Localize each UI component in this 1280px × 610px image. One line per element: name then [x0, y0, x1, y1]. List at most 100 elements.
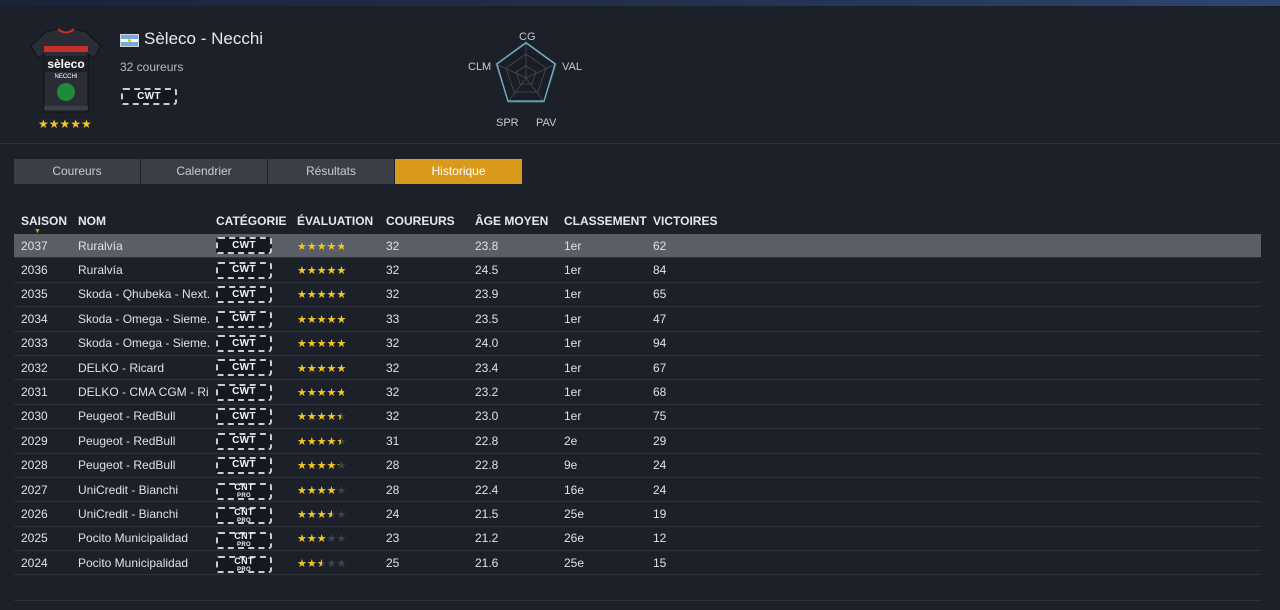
rating-stars-fill: ★★★★★ — [297, 558, 322, 570]
season-cell: 2029 — [21, 433, 48, 448]
riders-cell: 24 — [386, 506, 400, 521]
season-cell: 2034 — [21, 311, 48, 326]
table-row[interactable]: 2035 Skoda - Qhubeka - Next.. CWT ★★★★★ ★★★★… — [14, 283, 1261, 308]
header-ranking[interactable]: CLASSEMENT — [557, 214, 647, 228]
team-stars: ★★★★★ — [38, 117, 92, 131]
avg-age-cell: 23.9 — [475, 287, 499, 302]
category-badge: CWT — [216, 310, 272, 328]
radar-label-cg: CG — [519, 31, 536, 43]
category-cell: CNT PRO — [209, 528, 290, 549]
rating-stars-fill: ★★★★★ — [297, 436, 341, 448]
tab-historique[interactable]: Historique — [395, 159, 522, 184]
tab-resultats[interactable]: Résultats — [268, 159, 395, 184]
table-row[interactable]: 2024 Pocito Municipalidad CNTPRO ★★★★★★★★★★… — [14, 551, 1261, 576]
header-name[interactable]: NOM — [71, 214, 209, 228]
riders-cell: 32 — [386, 263, 400, 278]
category-cell: CWT — [209, 286, 290, 304]
season-cell: 2033 — [21, 336, 48, 351]
wins-cell: 65 — [653, 287, 667, 302]
team-name-cell: Skoda - Omega - Sieme.. — [78, 336, 209, 351]
header-season[interactable]: SAISON ▼ — [14, 214, 71, 235]
season-cell: 2025 — [21, 531, 48, 546]
riders-cell: 32 — [386, 409, 400, 424]
table-row[interactable]: 2036 Ruralvía CWT ★★★★★ ★★★★★ 32 24.5 1er 84 — [14, 258, 1261, 283]
riders-cell: 31 — [386, 433, 400, 448]
category-badge: CWT — [216, 456, 272, 474]
rating-stars-fill: ★★★★★ — [297, 461, 339, 473]
season-cell: 2037 — [21, 238, 48, 253]
svg-text:NECCHI: NECCHI — [54, 74, 77, 80]
header-rating[interactable]: ÉVALUATION — [290, 214, 379, 228]
rating-stars: ★★★★★★★★★★ — [297, 557, 347, 570]
rating-cell: ★★★★★★★★★★ — [290, 361, 379, 375]
team-name-cell: UniCredit - Bianchi — [78, 506, 179, 521]
table-row[interactable]: 2031 DELKO - CMA CGM - Ric.. CWT ★★★★★ ★★★★★… — [14, 380, 1261, 405]
table-row[interactable]: 2027 UniCredit - Bianchi CNTPRO ★★★★★★★★★★ 2… — [14, 478, 1261, 503]
tab-calendrier[interactable]: Calendrier — [141, 159, 268, 184]
team-name: Sèleco - Necchi — [144, 29, 264, 48]
table-row[interactable]: 2029 Peugeot - RedBull CWT ★★★★★★★★★★ 31 22.8… — [14, 429, 1261, 454]
category-badge: CWT — [216, 286, 272, 304]
wins-cell: 24 — [653, 458, 667, 473]
team-header: sèleco NECCHI ★★★★★ Sèleco - Necchi 32 c… — [0, 6, 1280, 144]
category-badge: CWT — [216, 261, 272, 279]
category-badge: CWT — [216, 408, 272, 426]
wins-cell: 94 — [653, 336, 667, 351]
header-avg-age[interactable]: ÂGE MOYEN — [468, 214, 557, 228]
table-row[interactable]: 2037 Ruralvía CWT ★★★★★ ★★★★★ 32 23.8 1er 62 — [14, 234, 1261, 259]
ranking-cell: 1er — [564, 311, 582, 326]
rating-stars-fill: ★★★★★ — [297, 388, 344, 400]
category-badge-label: CNT — [234, 531, 254, 542]
category-badge-label: CWT — [232, 313, 256, 325]
category-badge: CWT — [216, 359, 272, 377]
table-row[interactable]: 2026 UniCredit - Bianchi CNTPRO ★★★★★★★★★★ 2… — [14, 502, 1261, 527]
category-badge: CWT — [216, 335, 272, 352]
season-cell: 2026 — [21, 506, 48, 521]
rating-stars: ★★★★★★★★★★ — [297, 484, 347, 497]
riders-cell: 25 — [386, 555, 400, 570]
ranking-cell: 16e — [564, 482, 585, 497]
ranking-cell: 1er — [564, 238, 582, 253]
table-row[interactable]: 2030 Peugeot - RedBull CWT ★★★★★★★★★★ 32 23.0… — [14, 405, 1261, 430]
season-cell: 2030 — [21, 409, 48, 424]
ranking-cell: 2e — [564, 433, 578, 448]
team-name-cell: Ruralvía — [78, 263, 123, 278]
team-name-cell: UniCredit - Bianchi — [78, 482, 179, 497]
radar-label-clm: CLM — [468, 61, 492, 73]
table-row[interactable]: 2033 Skoda - Omega - Sieme.. CWT ★★★★★ ★★★★★… — [14, 332, 1261, 356]
riders-cell: 32 — [386, 385, 400, 400]
category-badge: CWT — [216, 237, 272, 255]
rating-cell: ★★★★★★★★★★ — [290, 287, 379, 301]
rating-stars: ★★★★★★★★★★ — [297, 435, 347, 448]
category-badge-label: CWT — [232, 459, 256, 471]
table-row[interactable]: 2034 Skoda - Omega - Sieme.. CWT ★★★★★ ★★★★★… — [14, 307, 1261, 332]
header-category[interactable]: CATÉGORIE — [209, 214, 290, 228]
category-badge-label: CWT — [232, 435, 256, 447]
season-cell: 2031 — [21, 385, 48, 400]
tab-coureurs[interactable]: Coureurs — [14, 159, 141, 184]
rating-stars-fill: ★★★★★ — [297, 412, 341, 424]
category-badge-label: CWT — [232, 361, 256, 373]
wins-cell: 67 — [653, 360, 667, 375]
rating-stars: ★★★★★★★★★★ — [297, 460, 347, 473]
category-badge-label: CNT — [234, 555, 254, 566]
rating-cell: ★★★★★★★★★★ — [290, 336, 379, 350]
category-badge-sub: PRO — [237, 493, 251, 500]
category-badge-sub: PRO — [237, 517, 251, 524]
header-riders[interactable]: COUREURS — [379, 214, 468, 228]
avg-age-cell: 23.8 — [475, 238, 499, 253]
rating-stars-fill: ★★★★★ — [297, 485, 337, 497]
table-row[interactable]: 2032 DELKO - Ricard CWT ★★★★★ ★★★★★ 32 23.4 1er… — [14, 356, 1261, 381]
table-row[interactable]: 2028 Peugeot - RedBull CWT ★★★★★★★★★★ 28 22.8… — [14, 454, 1261, 478]
team-name-cell: Pocito Municipalidad — [78, 555, 189, 570]
team-name-cell: DELKO - CMA CGM - Ric.. — [78, 385, 209, 400]
team-name-cell: Skoda - Qhubeka - Next.. — [78, 287, 209, 302]
rating-cell: ★★★★★★★★★★ — [290, 556, 379, 570]
header-wins[interactable]: VICTOIRES — [646, 214, 766, 228]
rating-cell: ★★★★★★★★★★ — [290, 409, 379, 423]
category-badge: CWT — [216, 383, 272, 401]
table-row[interactable]: 2025 Pocito Municipalidad CNTPRO ★★★★★★★★★★… — [14, 527, 1261, 552]
category-cell: CWT — [209, 335, 290, 352]
sort-arrow-icon: ▼ — [34, 228, 41, 235]
wins-cell: 75 — [653, 409, 667, 424]
